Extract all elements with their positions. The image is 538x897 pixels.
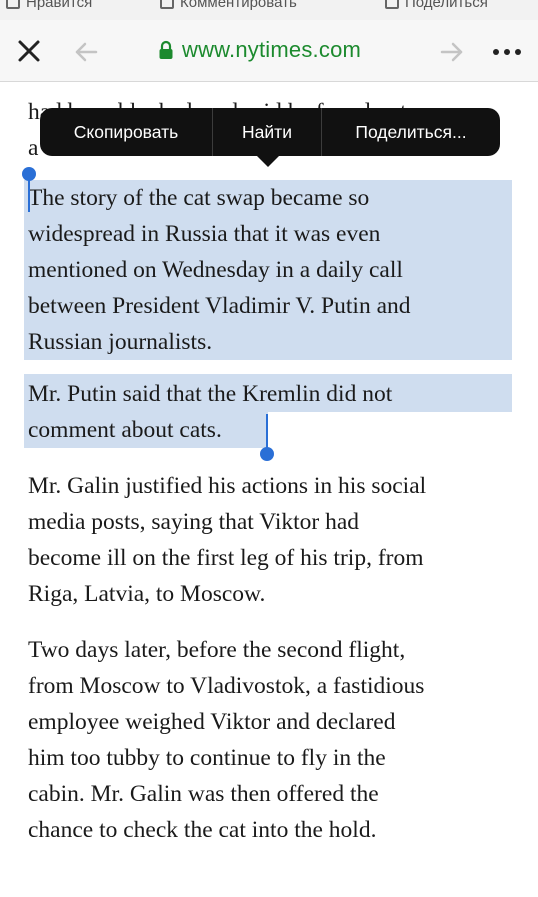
menu-pointer: [256, 155, 280, 167]
text-line: him too tubby to continue to fly in the: [28, 745, 386, 771]
text-line: cabin. Mr. Galin was then offered the: [28, 781, 379, 807]
copy-label: Скопировать: [73, 121, 179, 142]
browser-toolbar: www.nytimes.com: [0, 20, 538, 82]
back-arrow-icon: [75, 42, 98, 62]
copy-menu-item[interactable]: Скопировать: [40, 108, 212, 156]
text-line: Mr. Putin said that the Kremlin did not: [28, 381, 393, 407]
share-label: Поделиться: [405, 0, 488, 11]
lock-icon: [158, 40, 174, 60]
forward-button[interactable]: [438, 38, 466, 66]
text-line: media posts, saying that Viktor had: [28, 509, 360, 535]
more-button[interactable]: [490, 40, 524, 64]
text-line: Russian journalists.: [28, 329, 213, 355]
handle-knob[interactable]: [260, 447, 274, 461]
paragraph-putin-comment[interactable]: Mr. Putin said that the Kremlin did not …: [28, 376, 518, 448]
paragraph-cat-swap[interactable]: The story of the cat swap became so wide…: [28, 180, 518, 360]
address-bar[interactable]: www.nytimes.com: [158, 34, 361, 66]
comment-icon: [160, 0, 174, 9]
like-label: Нравится: [26, 0, 93, 11]
handle-caret: [28, 176, 30, 212]
paragraph-galin-justified[interactable]: Mr. Galin justified his actions in his s…: [28, 468, 518, 612]
like-button[interactable]: Нравится: [6, 0, 92, 11]
back-button[interactable]: [72, 38, 100, 66]
comment-button[interactable]: Комментировать: [160, 0, 297, 11]
paragraph-second-flight[interactable]: Two days later, before the second flight…: [28, 632, 518, 848]
text-line: Mr. Galin justified his actions in his s…: [28, 473, 427, 499]
close-icon: [18, 40, 40, 62]
share-menu-label: Поделиться...: [355, 121, 467, 142]
close-button[interactable]: [14, 36, 44, 66]
share-button[interactable]: Поделиться: [385, 0, 488, 11]
facebook-action-bar: Нравится Комментировать Поделиться: [0, 0, 538, 20]
forward-arrow-icon: [440, 42, 463, 62]
text-line: Riga, Latvia, to Moscow.: [28, 581, 266, 607]
text-edit-menu: Скопировать Найти Поделиться...: [40, 108, 500, 156]
partial-line: a: [28, 135, 39, 158]
find-label: Найти: [242, 121, 292, 142]
find-menu-item[interactable]: Найти: [213, 108, 321, 156]
text-line: between President Vladimir V. Putin and: [28, 293, 411, 319]
text-line: widespread in Russia that it was even: [28, 221, 381, 247]
text-line: chance to check the cat into the hold.: [28, 817, 377, 843]
share-icon: [385, 0, 399, 9]
comment-label: Комментировать: [180, 0, 297, 11]
text-line: from Moscow to Vladivostok, a fastidious: [28, 673, 425, 699]
text-line: mentioned on Wednesday in a daily call: [28, 257, 403, 283]
more-icon: [493, 49, 521, 55]
text-line: become ill on the first leg of his trip,…: [28, 545, 424, 571]
share-menu-item[interactable]: Поделиться...: [322, 108, 500, 156]
text-line: Two days later, before the second flight…: [28, 637, 406, 663]
text-line: The story of the cat swap became so: [28, 185, 370, 211]
text-line: employee weighed Viktor and declared: [28, 709, 396, 735]
url-text: www.nytimes.com: [182, 37, 362, 62]
text-line: comment about cats.: [28, 417, 222, 443]
like-icon: [6, 0, 20, 9]
